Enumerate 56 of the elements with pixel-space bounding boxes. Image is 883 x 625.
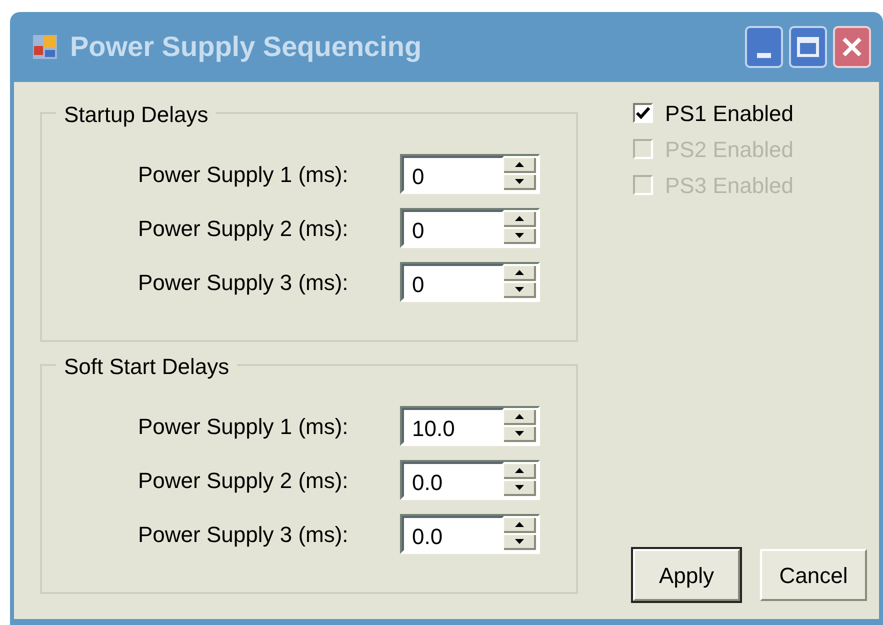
dialog-button[interactable]: Apply (633, 549, 740, 601)
number-spinner[interactable]: 0 (400, 262, 540, 302)
close-button[interactable] (833, 26, 871, 68)
checkbox-square (633, 139, 653, 159)
down-arrow-icon (514, 539, 524, 544)
number-spinner[interactable]: 0.0 (400, 460, 540, 500)
spin-down-button[interactable] (504, 427, 536, 442)
down-arrow-icon (514, 431, 524, 436)
spin-down-button[interactable] (504, 229, 536, 244)
field-label: Power Supply 1 (ms): (138, 412, 350, 441)
check-icon (636, 107, 650, 119)
number-value: 0.0 (402, 462, 504, 498)
number-value: 0 (402, 264, 504, 300)
down-arrow-icon (514, 485, 524, 490)
window-title: Power Supply Sequencing (70, 30, 422, 64)
spin-up-button[interactable] (504, 518, 536, 533)
spin-up-button[interactable] (504, 410, 536, 425)
field-label: Power Supply 1 (ms): (138, 160, 350, 189)
maximize-button[interactable] (789, 26, 827, 68)
number-spinner[interactable]: 10.0 (400, 406, 540, 446)
minimize-icon (757, 53, 771, 58)
field-label: Power Supply 2 (ms): (138, 466, 350, 495)
number-spinner[interactable]: 0 (400, 208, 540, 248)
up-arrow-icon (514, 162, 524, 167)
number-spinner[interactable]: 0.0 (400, 514, 540, 554)
enable-checkbox[interactable]: PS1 Enabled (633, 98, 867, 128)
maximize-icon (797, 37, 819, 57)
checkbox-square (633, 175, 653, 195)
down-arrow-icon (514, 179, 524, 184)
down-arrow-icon (514, 233, 524, 238)
number-value: 0 (402, 156, 504, 192)
up-arrow-icon (514, 216, 524, 221)
number-value: 0 (402, 210, 504, 246)
up-arrow-icon (514, 522, 524, 527)
spin-up-button[interactable] (504, 266, 536, 281)
spin-down-button[interactable] (504, 481, 536, 496)
down-arrow-icon (514, 287, 524, 292)
spin-up-button[interactable] (504, 212, 536, 227)
minimize-button[interactable] (745, 26, 783, 68)
number-value: 10.0 (402, 408, 504, 444)
spin-down-button[interactable] (504, 535, 536, 550)
number-spinner[interactable]: 0 (400, 154, 540, 194)
spin-down-button[interactable] (504, 283, 536, 298)
up-arrow-icon (514, 414, 524, 419)
spin-down-button[interactable] (504, 175, 536, 190)
close-icon (841, 36, 863, 58)
spin-up-button[interactable] (504, 464, 536, 479)
up-arrow-icon (514, 468, 524, 473)
spin-up-button[interactable] (504, 158, 536, 173)
field-label: Power Supply 3 (ms): (138, 520, 350, 549)
field-label: Power Supply 3 (ms): (138, 268, 350, 297)
app-icon (32, 34, 58, 60)
up-arrow-icon (514, 270, 524, 275)
number-value: 0.0 (402, 516, 504, 552)
field-label: Power Supply 2 (ms): (138, 214, 350, 243)
dialog-button[interactable]: Cancel (760, 549, 867, 601)
